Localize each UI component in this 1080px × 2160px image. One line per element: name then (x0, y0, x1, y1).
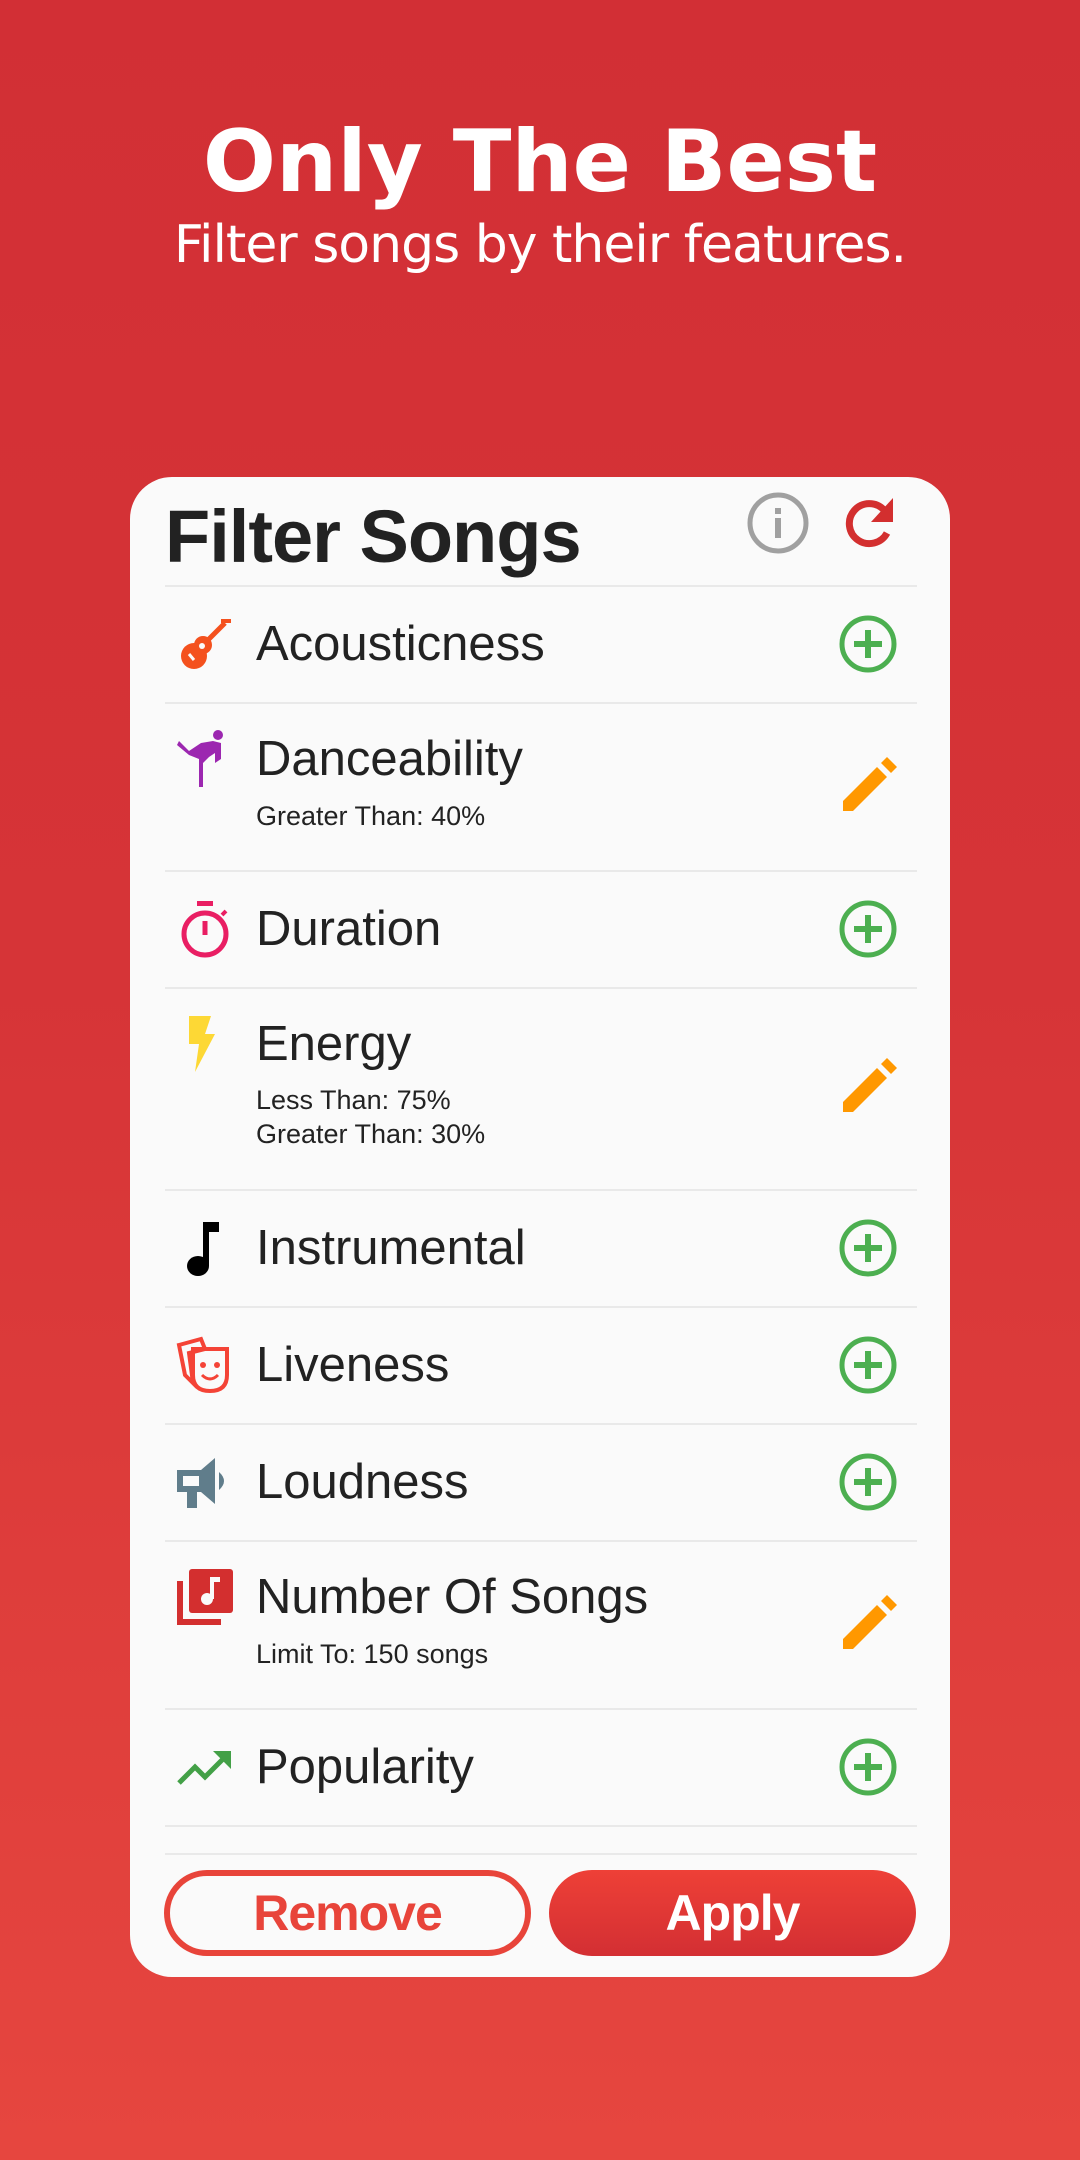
filter-label: Liveness (256, 1338, 450, 1392)
add-filter-button[interactable] (837, 898, 899, 960)
add-circle-icon (839, 615, 897, 673)
trending-up-icon (175, 1737, 235, 1797)
filter-label: Danceability (256, 732, 523, 786)
edit-filter-button[interactable] (837, 1056, 899, 1118)
filter-condition: Greater Than: 30% (256, 1119, 486, 1149)
filter-row-duration[interactable]: Duration (165, 872, 917, 987)
music-library-icon (175, 1567, 235, 1627)
add-filter-button[interactable] (837, 1334, 899, 1396)
add-filter-button[interactable] (837, 613, 899, 675)
add-circle-icon (839, 900, 897, 958)
pencil-icon (843, 1058, 897, 1112)
filter-condition: Less Than: 75% (256, 1085, 451, 1115)
add-filter-button[interactable] (837, 1736, 899, 1798)
info-button[interactable] (745, 490, 811, 556)
divider (165, 1853, 917, 1855)
filter-label: Acousticness (256, 617, 545, 671)
add-circle-icon (839, 1738, 897, 1796)
filter-label: Popularity (256, 1740, 474, 1794)
filter-row-danceability[interactable]: Danceability Greater Than: 40% (165, 704, 917, 870)
refresh-icon (845, 498, 893, 548)
card-title: Filter Songs (165, 495, 582, 578)
filter-label: Energy (256, 1017, 412, 1071)
filter-condition: Limit To: 150 songs (256, 1639, 489, 1669)
filter-label: Duration (256, 902, 442, 956)
add-filter-button[interactable] (837, 1451, 899, 1513)
filter-label: Number Of Songs (256, 1570, 649, 1624)
remove-button[interactable]: Remove (164, 1870, 531, 1956)
pencil-icon (843, 1595, 897, 1649)
timer-icon (175, 899, 235, 959)
filter-row-loudness[interactable]: Loudness (165, 1425, 917, 1540)
reset-filters-button[interactable] (837, 490, 903, 556)
info-icon (747, 492, 809, 554)
filter-row-energy[interactable]: Energy Less Than: 75% Greater Than: 30% (165, 989, 917, 1189)
edit-filter-button[interactable] (837, 1593, 899, 1655)
filter-list: Acousticness Danceability Greater Than: … (165, 585, 917, 1855)
add-filter-button[interactable] (837, 1217, 899, 1279)
lightning-icon (175, 1014, 235, 1074)
filter-row-popularity[interactable]: Popularity (165, 1710, 917, 1825)
filter-row-liveness[interactable]: Liveness (165, 1308, 917, 1423)
edit-filter-button[interactable] (837, 755, 899, 817)
pencil-icon (843, 757, 897, 811)
theater-masks-icon (175, 1335, 235, 1395)
filter-label: Instrumental (256, 1221, 526, 1275)
add-circle-icon (839, 1219, 897, 1277)
filter-condition: Greater Than: 40% (256, 801, 486, 831)
apply-button[interactable]: Apply (549, 1870, 916, 1956)
music-note-icon (175, 1218, 235, 1278)
hero-subtitle: Filter songs by their features. (173, 215, 907, 275)
add-circle-icon (839, 1336, 897, 1394)
filter-card: Filter Songs Acousticness Danceability G… (130, 477, 950, 1977)
filter-label: Loudness (256, 1455, 469, 1509)
filter-row-instrumental[interactable]: Instrumental (165, 1191, 917, 1306)
hero-title: Only The Best (202, 112, 878, 212)
megaphone-icon (175, 1452, 235, 1512)
guitar-icon (175, 614, 235, 674)
add-circle-icon (839, 1453, 897, 1511)
filter-row-number-of-songs[interactable]: Number Of Songs Limit To: 150 songs (165, 1542, 917, 1708)
dance-icon (175, 729, 235, 789)
filter-row-acousticness[interactable]: Acousticness (165, 587, 917, 702)
